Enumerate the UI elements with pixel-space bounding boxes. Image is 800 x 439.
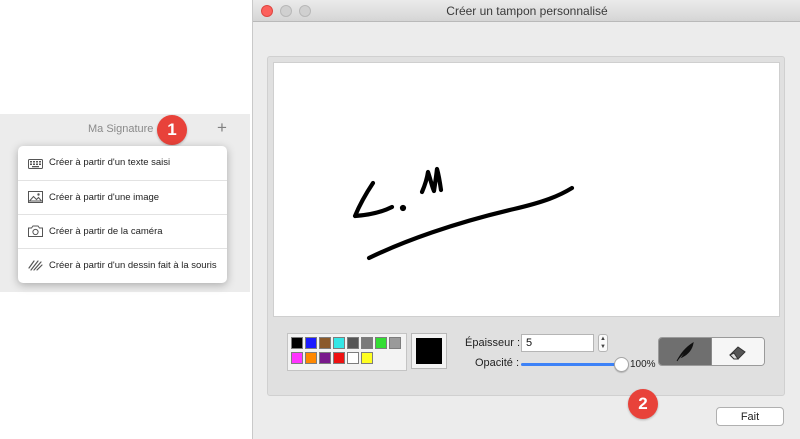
color-swatch[interactable]: [347, 337, 359, 349]
color-swatch[interactable]: [333, 337, 345, 349]
color-swatch[interactable]: [361, 337, 373, 349]
color-swatch[interactable]: [347, 352, 359, 364]
color-swatch[interactable]: [305, 352, 317, 364]
opacity-slider[interactable]: [521, 357, 629, 372]
opacity-slider-knob[interactable]: [614, 357, 629, 372]
keyboard-icon: [28, 156, 43, 169]
screenshot-stage: Ma Signature + 1 Créer à partir d'un tex…: [0, 0, 800, 439]
menu-item-from-image[interactable]: Créer à partir d'une image: [18, 180, 227, 213]
menu-item-label: Créer à partir d'un texte saisi: [49, 157, 171, 168]
thickness-input[interactable]: [521, 334, 594, 352]
opacity-slider-fill: [521, 363, 621, 366]
window-title: Créer un tampon personnalisé: [446, 4, 608, 18]
eraser-tool-button[interactable]: [711, 338, 764, 365]
thickness-stepper[interactable]: ▲ ▼: [598, 334, 608, 352]
color-swatch[interactable]: [389, 337, 401, 349]
opacity-value: 100%: [630, 359, 656, 370]
add-signature-button[interactable]: +: [214, 119, 230, 137]
thickness-label: Épaisseur :: [465, 337, 521, 349]
color-swatch[interactable]: [319, 337, 331, 349]
scribble-icon: [28, 259, 43, 272]
menu-item-typed-text[interactable]: Créer à partir d'un texte saisi: [18, 146, 227, 179]
signature-panel-title: Ma Signature: [88, 123, 154, 135]
color-swatch[interactable]: [291, 352, 303, 364]
create-signature-menu: Créer à partir d'un texte saisi Créer à …: [18, 146, 227, 283]
color-swatch[interactable]: [319, 352, 331, 364]
signature-drawing: [352, 166, 575, 261]
color-swatch[interactable]: [291, 337, 303, 349]
color-palette: [287, 333, 407, 371]
feather-pen-icon: [676, 341, 694, 361]
opacity-label: Opacité :: [475, 357, 520, 369]
camera-icon: [28, 225, 43, 238]
menu-item-label: Créer à partir d'un dessin fait à la sou…: [49, 259, 217, 271]
done-button[interactable]: Fait: [716, 407, 784, 426]
drawing-canvas[interactable]: [273, 62, 780, 317]
current-color-swatch: [416, 338, 442, 364]
current-color-well[interactable]: [411, 333, 447, 369]
color-swatch[interactable]: [333, 352, 345, 364]
pen-tool-button[interactable]: [659, 338, 712, 365]
drawing-tool-segment: [658, 337, 765, 366]
menu-item-mouse-drawing[interactable]: Créer à partir d'un dessin fait à la sou…: [18, 248, 227, 281]
image-icon: [28, 191, 43, 204]
color-swatch[interactable]: [361, 352, 373, 364]
menu-item-label: Créer à partir d'une image: [49, 191, 160, 203]
custom-stamp-dialog: Créer un tampon personnalisé Épaisseur :…: [252, 0, 800, 439]
eraser-icon: [728, 345, 746, 359]
menu-item-from-camera[interactable]: Créer à partir de la caméra: [18, 214, 227, 247]
color-swatch[interactable]: [305, 337, 317, 349]
step-badge-1: 1: [157, 115, 187, 145]
menu-item-label: Créer à partir de la caméra: [49, 225, 163, 237]
color-swatch[interactable]: [375, 337, 387, 349]
step-badge-2: 2: [628, 389, 658, 419]
window-titlebar: Créer un tampon personnalisé: [253, 0, 800, 22]
